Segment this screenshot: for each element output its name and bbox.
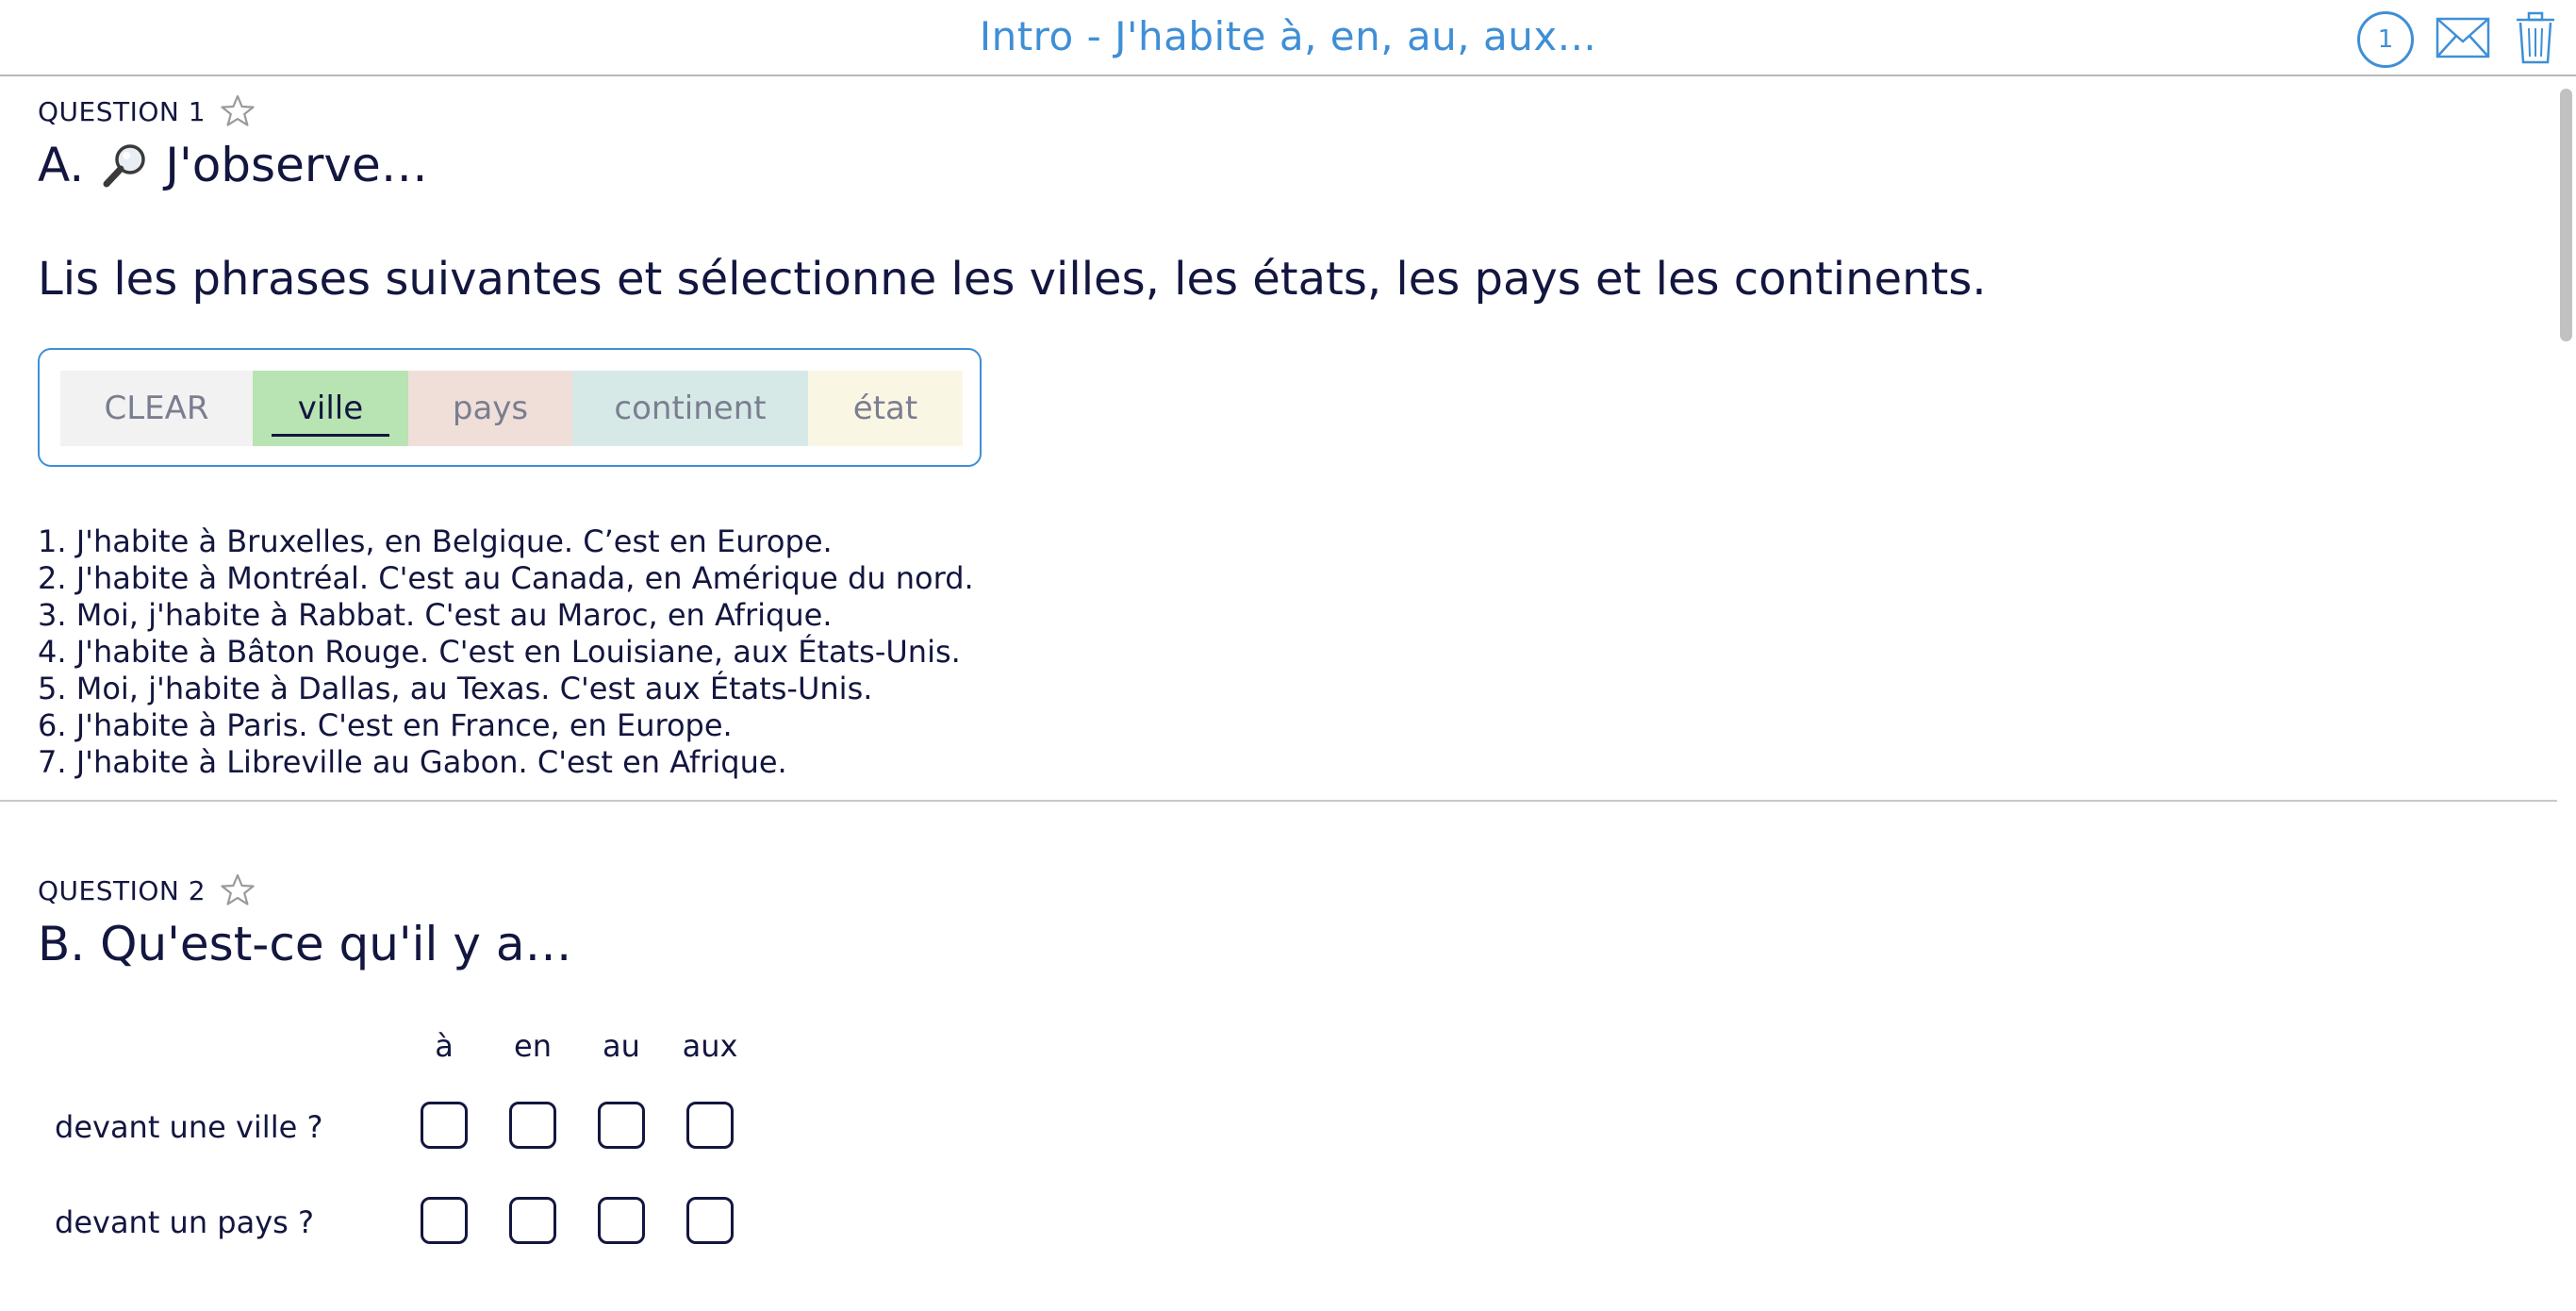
column-header-aux: aux <box>682 1028 738 1064</box>
question-1-title-text: J'observe… <box>165 138 428 192</box>
mail-icon <box>2436 17 2490 58</box>
sentence-list: 1. J'habite à Bruxelles, en Belgique. C’… <box>38 523 974 781</box>
etat-chip-label: état <box>852 390 918 427</box>
category-selector: CLEAR ville pays continent état <box>38 348 982 467</box>
header-bar: Intro - J'habite à, en, au, aux... 1 <box>0 0 2576 76</box>
column-header-a: à <box>435 1028 454 1064</box>
pays-chip-label: pays <box>452 390 529 427</box>
section-divider <box>0 800 2557 802</box>
question-2-label-text: QUESTION 2 <box>38 874 206 906</box>
ville-chip[interactable]: ville <box>253 371 408 446</box>
continent-chip[interactable]: continent <box>572 371 808 446</box>
checkbox-ville-a[interactable] <box>421 1102 468 1149</box>
checkbox-pays-au[interactable] <box>598 1197 645 1244</box>
sentence-item[interactable]: 3. Moi, j'habite à Rabbat. C'est au Maro… <box>38 597 974 634</box>
sentence-item[interactable]: 1. J'habite à Bruxelles, en Belgique. C’… <box>38 523 974 560</box>
continent-chip-label: continent <box>614 390 767 427</box>
selected-indicator <box>272 434 389 437</box>
question-2-title: B. Qu'est-ce qu'il y a… <box>38 917 572 971</box>
checkbox-ville-en[interactable] <box>509 1102 556 1149</box>
column-header-en: en <box>514 1028 552 1064</box>
checkbox-pays-en[interactable] <box>509 1197 556 1244</box>
question-1-instruction: Lis les phrases suivantes et sélectionne… <box>38 253 1987 306</box>
star-icon[interactable] <box>221 94 255 128</box>
star-icon[interactable] <box>221 873 255 907</box>
question-1-title-prefix: A. <box>38 138 85 192</box>
app-title: Intro - J'habite à, en, au, aux... <box>979 13 1597 59</box>
clear-chip[interactable]: CLEAR <box>60 371 253 446</box>
ville-chip-label: ville <box>297 390 364 427</box>
column-header-au: au <box>603 1028 640 1064</box>
checkbox-pays-a[interactable] <box>421 1197 468 1244</box>
scrollbar-thumb[interactable] <box>2560 89 2572 341</box>
sentence-item[interactable]: 2. J'habite à Montréal. C'est au Canada,… <box>38 560 974 597</box>
checkbox-ville-au[interactable] <box>598 1102 645 1149</box>
sentence-item[interactable]: 6. J'habite à Paris. C'est en France, en… <box>38 707 974 744</box>
mail-button[interactable] <box>2436 15 2490 60</box>
sentence-item[interactable]: 5. Moi, j'habite à Dallas, au Texas. C'e… <box>38 671 974 707</box>
row-label-ville: devant une ville ? <box>55 1109 323 1145</box>
clear-chip-label: CLEAR <box>104 390 209 427</box>
page: Intro - J'habite à, en, au, aux... 1 QUE… <box>0 0 2576 1311</box>
etat-chip[interactable]: état <box>808 371 963 446</box>
trash-icon <box>2517 11 2554 64</box>
row-label-pays: devant un pays ? <box>55 1204 314 1240</box>
question-1-label-text: QUESTION 1 <box>38 95 206 127</box>
question-2-label: QUESTION 2 <box>38 873 255 907</box>
question-1-title: A. J'observe… <box>38 138 428 192</box>
question-1-label: QUESTION 1 <box>38 94 255 128</box>
trash-button[interactable] <box>2515 11 2556 64</box>
progress-badge[interactable]: 1 <box>2357 11 2414 68</box>
sentence-item[interactable]: 4. J'habite à Bâton Rouge. C'est en Loui… <box>38 634 974 671</box>
pays-chip[interactable]: pays <box>408 371 572 446</box>
magnifier-icon <box>101 141 150 190</box>
sentence-item[interactable]: 7. J'habite à Libreville au Gabon. C'est… <box>38 744 974 781</box>
checkbox-ville-aux[interactable] <box>686 1102 734 1149</box>
checkbox-pays-aux[interactable] <box>686 1197 734 1244</box>
